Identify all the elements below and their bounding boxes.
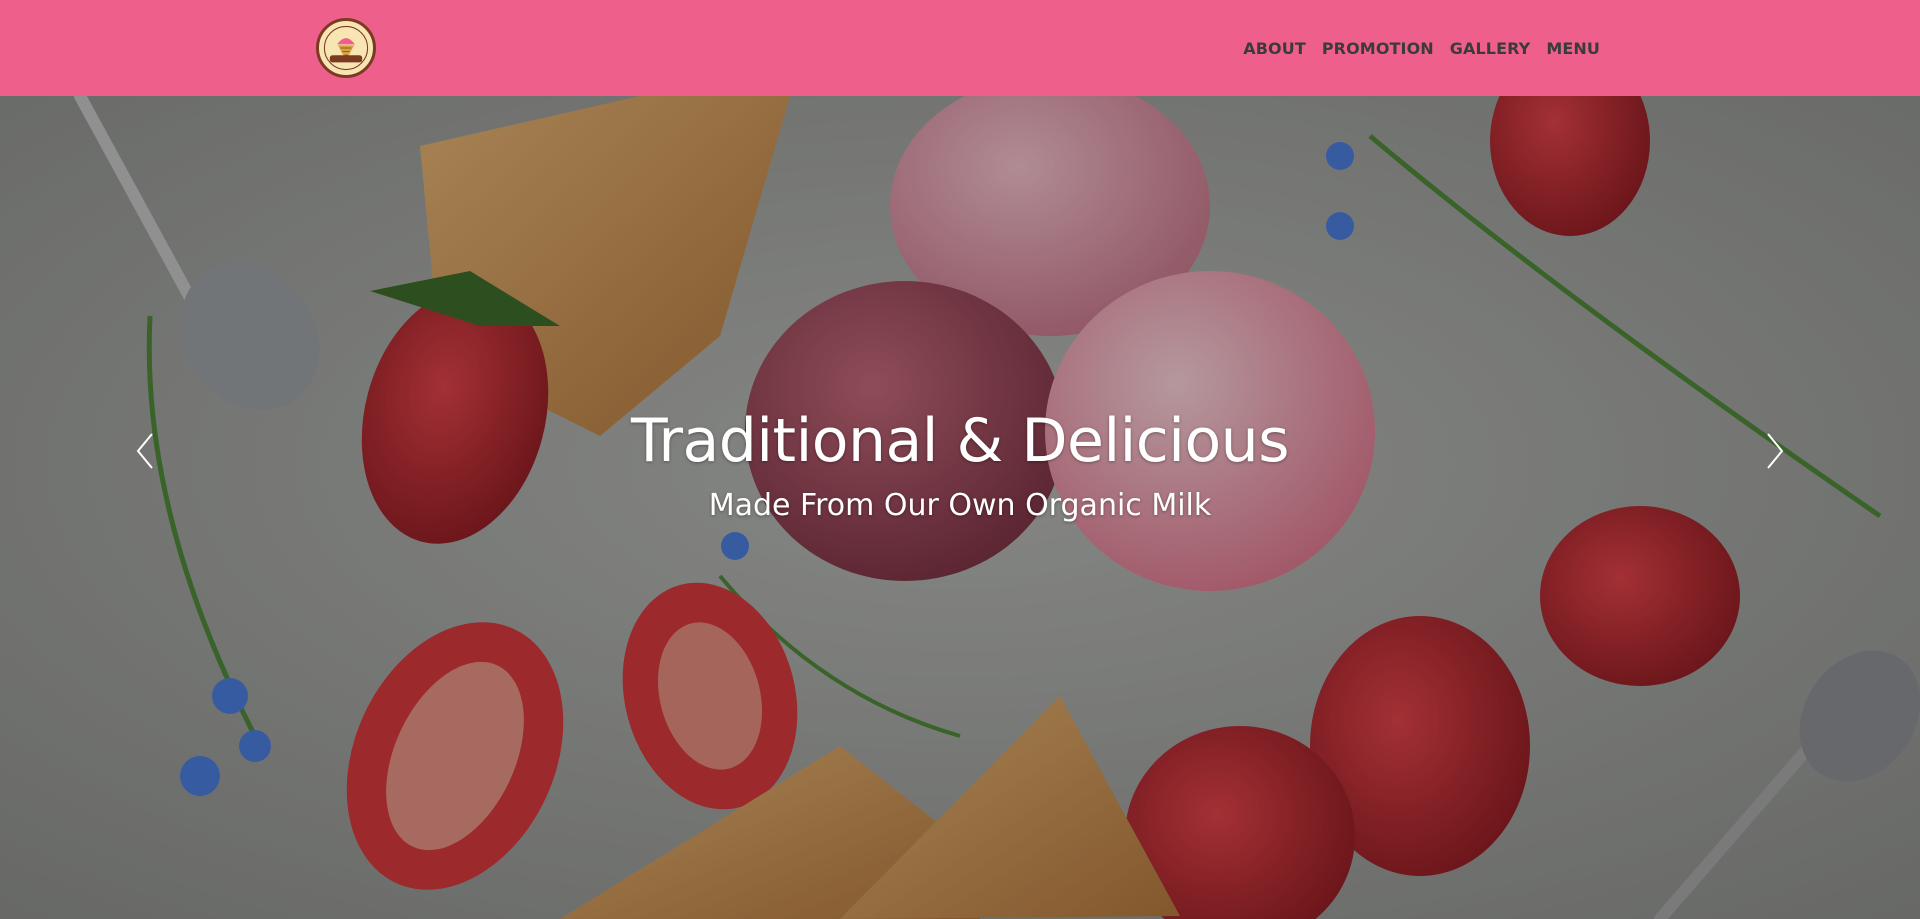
chevron-left-icon — [136, 433, 153, 469]
site-header: ABOUT PROMOTION GALLERY MENU — [0, 0, 1920, 96]
nav-menu[interactable]: MENU — [1546, 39, 1600, 58]
hero-title: Traditional & Delicious — [631, 406, 1289, 476]
carousel-prev-button[interactable] — [130, 426, 160, 476]
nav-promotion[interactable]: PROMOTION — [1322, 39, 1434, 58]
ice-cream-logo-icon — [319, 21, 373, 75]
hero-subtitle: Made From Our Own Organic Milk — [708, 488, 1212, 523]
chevron-right-icon — [1767, 433, 1784, 469]
main-nav: ABOUT PROMOTION GALLERY MENU — [1243, 0, 1600, 96]
nav-gallery[interactable]: GALLERY — [1450, 39, 1531, 58]
brand-logo[interactable] — [316, 18, 376, 78]
nav-about[interactable]: ABOUT — [1243, 39, 1306, 58]
hero-carousel: Traditional & Delicious Made From Our Ow… — [0, 96, 1920, 919]
carousel-next-button[interactable] — [1760, 426, 1790, 476]
